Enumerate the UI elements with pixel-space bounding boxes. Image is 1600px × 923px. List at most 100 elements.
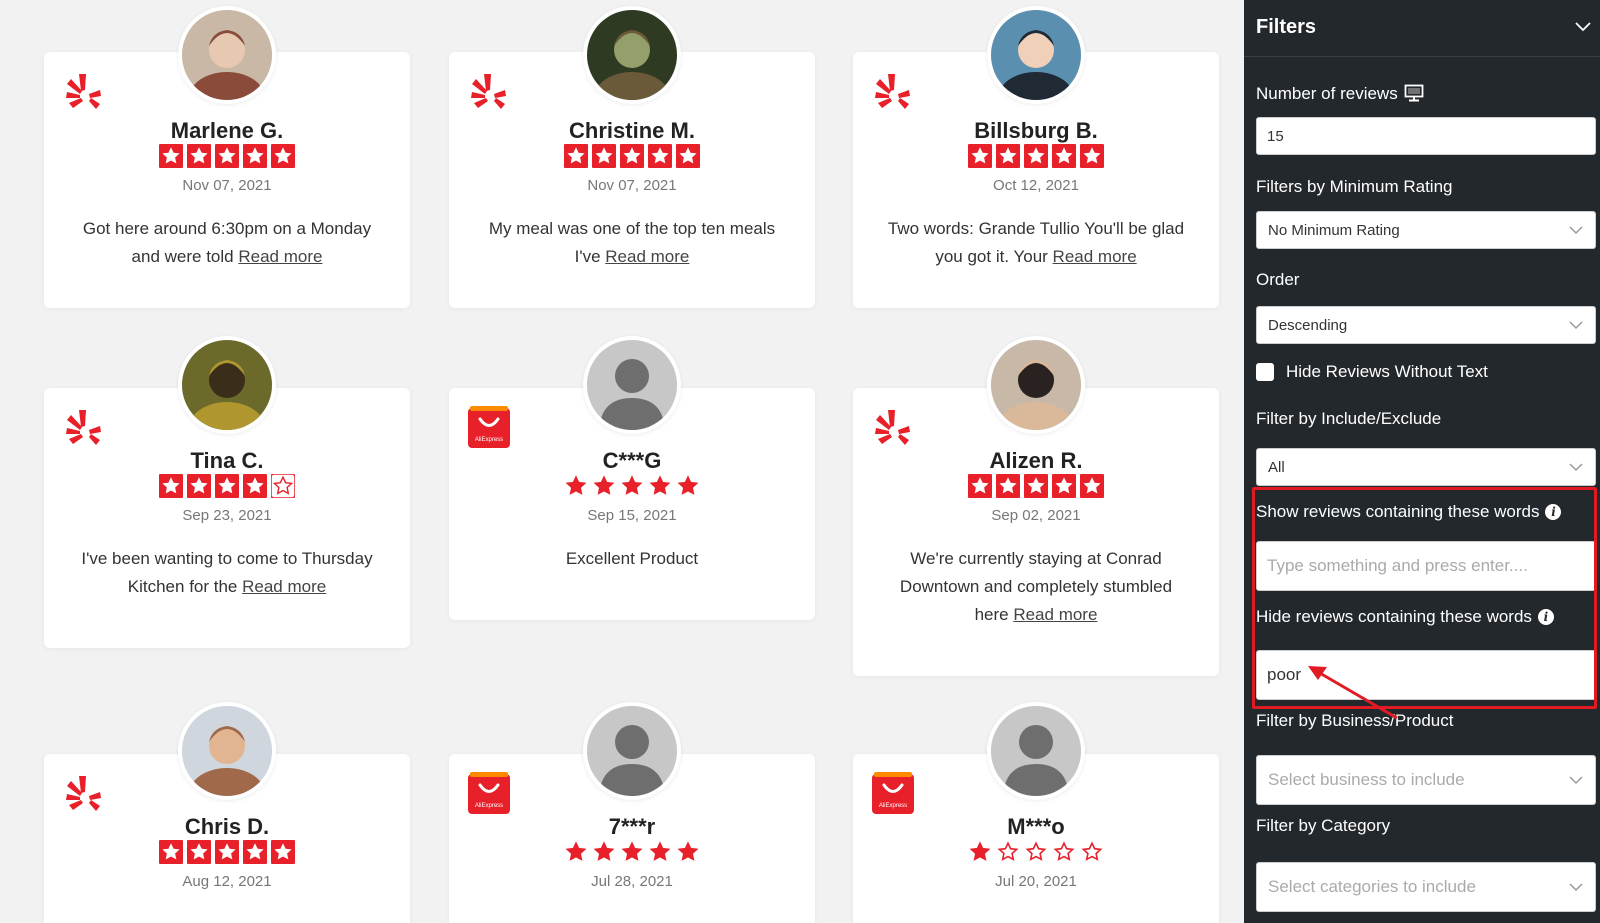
review-text: Got here around 6:30pm on a Monday and w… bbox=[74, 215, 380, 271]
star-filled-icon bbox=[968, 144, 992, 168]
review-body: Excellent Product bbox=[565, 549, 699, 568]
star-empty-icon bbox=[997, 841, 1019, 861]
review-card: Christine M. Nov 07, 2021 My meal was one … bbox=[449, 6, 815, 308]
aliexpress-logo-icon: AliExpress bbox=[467, 406, 511, 450]
order-value: Descending bbox=[1268, 316, 1348, 334]
business-placeholder: Select business to include bbox=[1268, 770, 1465, 789]
min-rating-select[interactable]: No Minimum Rating bbox=[1256, 211, 1596, 249]
star-filled-icon bbox=[593, 841, 615, 861]
star-filled-icon bbox=[565, 841, 587, 861]
star-empty-icon bbox=[271, 474, 295, 498]
min-rating-value: No Minimum Rating bbox=[1268, 221, 1400, 239]
star-filled-icon bbox=[159, 474, 183, 498]
review-body: Got here around 6:30pm on a Monday and w… bbox=[82, 219, 372, 266]
hide-without-text-checkbox[interactable] bbox=[1256, 363, 1274, 381]
reviewer-name: 7***r bbox=[608, 814, 656, 839]
star-filled-icon bbox=[1024, 474, 1048, 498]
filters-sidebar: Filters Number of reviews Filters by Min… bbox=[1244, 0, 1600, 923]
include-exclude-value: All bbox=[1268, 458, 1285, 476]
star-filled-icon bbox=[969, 841, 991, 861]
arrow-annotation-icon bbox=[1308, 666, 1398, 720]
review-date: Sep 15, 2021 bbox=[587, 507, 677, 524]
aliexpress-logo-icon: AliExpress bbox=[467, 772, 511, 816]
reviewer-name: Christine M. bbox=[569, 118, 695, 143]
avatar bbox=[583, 6, 681, 104]
star-filled-icon bbox=[271, 144, 295, 168]
avatar bbox=[178, 336, 276, 434]
filters-header[interactable]: Filters bbox=[1244, 0, 1600, 57]
order-select[interactable]: Descending bbox=[1256, 306, 1596, 344]
number-of-reviews-label: Number of reviews bbox=[1256, 84, 1424, 104]
number-of-reviews-input[interactable] bbox=[1256, 117, 1596, 155]
review-date: Jul 28, 2021 bbox=[591, 873, 673, 890]
chevron-down-icon bbox=[1569, 883, 1583, 892]
yelp-logo-icon bbox=[62, 772, 106, 816]
star-empty-icon bbox=[1081, 841, 1103, 861]
star-empty-icon bbox=[1053, 841, 1075, 861]
star-filled-icon bbox=[1080, 144, 1104, 168]
review-card: Marlene G. Nov 07, 2021 Got here around 6:… bbox=[44, 6, 410, 308]
category-placeholder: Select categories to include bbox=[1268, 877, 1476, 896]
chevron-down-icon bbox=[1569, 463, 1583, 472]
star-filled-icon bbox=[1052, 474, 1076, 498]
star-rating bbox=[44, 840, 410, 864]
star-filled-icon bbox=[187, 144, 211, 168]
review-card: Chris D. Aug 12, 2021 bbox=[44, 702, 410, 923]
reviewer-name: M***o bbox=[1007, 814, 1065, 839]
read-more-link[interactable]: Read more bbox=[242, 577, 326, 596]
star-filled-icon bbox=[243, 840, 267, 864]
review-body: Two words: Grande Tullio You'll be glad … bbox=[887, 219, 1185, 266]
include-exclude-select[interactable]: All bbox=[1256, 448, 1596, 486]
star-filled-icon bbox=[996, 144, 1020, 168]
star-filled-icon bbox=[159, 840, 183, 864]
chevron-down-icon bbox=[1569, 776, 1583, 785]
review-date: Sep 02, 2021 bbox=[991, 507, 1081, 524]
review-card: AliExpress 7***r Jul 28, 2021 bbox=[449, 702, 815, 923]
avatar bbox=[178, 6, 276, 104]
star-filled-icon bbox=[215, 144, 239, 168]
yelp-logo-icon bbox=[871, 70, 915, 114]
read-more-link[interactable]: Read more bbox=[238, 247, 322, 266]
review-card: AliExpress M***o Jul 20, 2021 bbox=[853, 702, 1219, 923]
chevron-down-icon bbox=[1569, 321, 1583, 330]
chevron-down-icon[interactable] bbox=[1574, 20, 1592, 34]
review-date: Nov 07, 2021 bbox=[587, 177, 677, 194]
star-rating bbox=[449, 840, 815, 864]
star-rating bbox=[449, 144, 815, 168]
aliexpress-logo-icon: AliExpress bbox=[871, 772, 915, 816]
review-text: I've been wanting to come to Thursday Ki… bbox=[74, 545, 380, 601]
review-card: Billsburg B. Oct 12, 2021 Two words: Grand… bbox=[853, 6, 1219, 308]
read-more-link[interactable]: Read more bbox=[605, 247, 689, 266]
category-filter-label: Filter by Category bbox=[1256, 816, 1391, 835]
review-text: Two words: Grande Tullio You'll be glad … bbox=[883, 215, 1189, 271]
yelp-logo-icon bbox=[62, 406, 106, 450]
reviewer-name: Alizen R. bbox=[989, 448, 1083, 473]
review-card: AliExpress C***G Sep 15, 2021 Excellent Pro… bbox=[449, 336, 815, 620]
star-filled-icon bbox=[620, 144, 644, 168]
review-text: My meal was one of the top ten meals I'v… bbox=[479, 215, 785, 271]
review-date: Nov 07, 2021 bbox=[182, 177, 272, 194]
read-more-link[interactable]: Read more bbox=[1013, 605, 1097, 624]
review-text: Excellent Product bbox=[479, 545, 785, 573]
business-select[interactable]: Select business to include bbox=[1256, 755, 1596, 805]
star-filled-icon bbox=[676, 144, 700, 168]
yelp-logo-icon bbox=[871, 406, 915, 450]
reviewer-name: Marlene G. bbox=[170, 118, 284, 143]
include-exclude-label: Filter by Include/Exclude bbox=[1256, 409, 1442, 428]
review-date: Aug 12, 2021 bbox=[182, 873, 272, 890]
review-date: Oct 12, 2021 bbox=[993, 177, 1079, 194]
category-select[interactable]: Select categories to include bbox=[1256, 862, 1596, 912]
screen: Marlene G. Nov 07, 2021 Got here around 6:… bbox=[0, 0, 1600, 923]
star-rating bbox=[853, 840, 1219, 864]
avatar bbox=[987, 6, 1085, 104]
yelp-logo-icon bbox=[62, 70, 106, 114]
svg-text:AliExpress: AliExpress bbox=[475, 437, 503, 443]
svg-text:AliExpress: AliExpress bbox=[879, 803, 907, 809]
read-more-link[interactable]: Read more bbox=[1053, 247, 1137, 266]
chevron-down-icon bbox=[1569, 226, 1583, 235]
star-filled-icon bbox=[243, 144, 267, 168]
star-filled-icon bbox=[621, 841, 643, 861]
star-filled-icon bbox=[649, 841, 671, 861]
star-filled-icon bbox=[677, 475, 699, 495]
avatar bbox=[583, 336, 681, 434]
